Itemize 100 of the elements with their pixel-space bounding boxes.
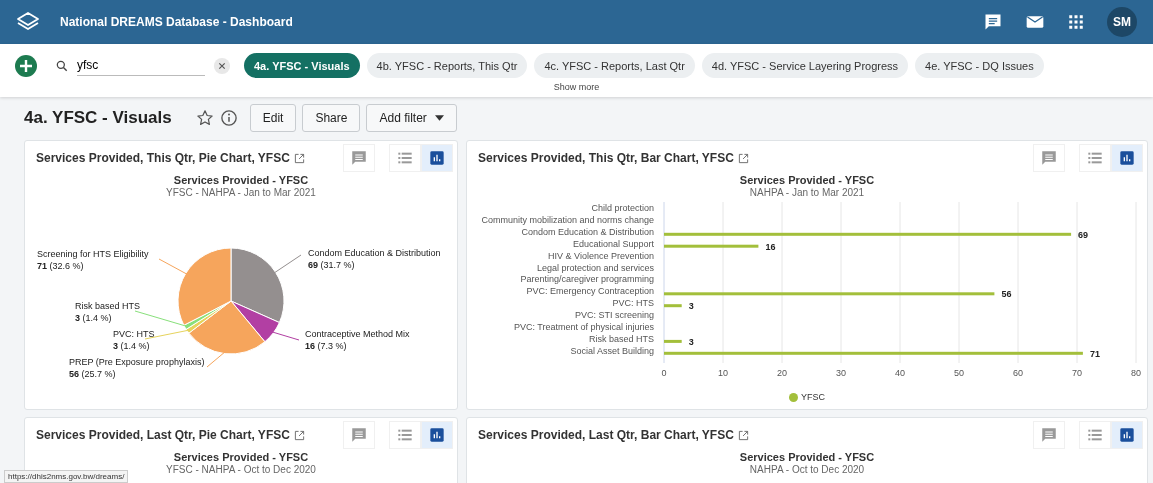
- dashboard-chip[interactable]: 4e. YFSC - DQ Issues: [915, 53, 1044, 78]
- chart-title: Services Provided - YFSC: [739, 451, 875, 463]
- slice-label: Contraceptive Method Mix: [305, 328, 410, 340]
- comment-icon: [1040, 149, 1058, 167]
- dashboard-chip[interactable]: 4b. YFSC - Reports, This Qtr: [366, 53, 528, 78]
- bar-value-label: 69: [1078, 229, 1089, 240]
- slice-label: PVC: HTS: [113, 328, 155, 340]
- axis-tick-label: 50: [954, 368, 964, 378]
- category-label: PVC: Emergency Contraception: [526, 286, 654, 297]
- chart-card-title[interactable]: Services Provided, Last Qtr, Pie Chart, YFSC: [36, 428, 290, 442]
- external-link-icon[interactable]: [293, 429, 305, 441]
- category-label: Condom Education & Distribution: [521, 226, 654, 237]
- category-label: Educational Support: [572, 238, 654, 249]
- axis-tick-label: 10: [718, 368, 728, 378]
- bar-value-label: 16: [765, 241, 776, 252]
- chart-view-button[interactable]: [1111, 144, 1143, 172]
- category-label: PVC: Treatment of physical injuries: [513, 322, 654, 332]
- axis-tick-label: 60: [1013, 368, 1023, 378]
- toolbar-button[interactable]: Edit: [249, 104, 297, 132]
- add-icon[interactable]: [14, 53, 38, 78]
- add-filter-button[interactable]: Add filter: [366, 104, 457, 132]
- star-icon[interactable]: [195, 109, 214, 127]
- slice-value: 56 (25.7 %): [69, 368, 117, 380]
- slice-value: 16 (7.3 %): [305, 340, 348, 352]
- category-label: Risk based HTS: [588, 333, 654, 344]
- axis-tick-label: 40: [895, 368, 905, 378]
- list-icon: [397, 427, 413, 443]
- search-field[interactable]: yfsc: [77, 55, 205, 76]
- category-label: Social Asset Building: [570, 345, 654, 356]
- leader-line: [271, 331, 300, 341]
- chat-icon[interactable]: [983, 12, 1003, 32]
- axis-tick-label: 20: [777, 368, 787, 378]
- list-icon: [1087, 427, 1103, 443]
- chart-subtitle: NAHPA - Oct to Dec 2020: [749, 464, 865, 475]
- app-title: National DREAMS Database - Dashboard: [60, 15, 293, 29]
- dashboard-chip[interactable]: 4a. YFSC - Visuals: [244, 53, 360, 78]
- category-label: PVC: HTS: [612, 298, 654, 309]
- bar-value-label: 3: [688, 301, 694, 312]
- dashboard-title: 4a. YFSC - Visuals: [24, 108, 172, 128]
- category-label: Child protection: [591, 203, 654, 213]
- chart-card-title[interactable]: Services Provided, This Qtr, Pie Chart, YFSC: [36, 151, 290, 165]
- category-label: HIV & Violence Prevention: [548, 250, 654, 261]
- chart-view-button[interactable]: [421, 144, 453, 172]
- category-label: Parenting/caregiver programming: [520, 274, 654, 285]
- chart-subtitle: NAHPA - Jan to Mar 2021: [749, 187, 865, 198]
- bar-chart-icon: [1119, 427, 1135, 443]
- axis-tick-label: 70: [1072, 368, 1082, 378]
- leader-line: [158, 258, 188, 275]
- chart-view-button[interactable]: [421, 421, 453, 449]
- chart-view-button[interactable]: [1111, 421, 1143, 449]
- legend-item[interactable]: YFSC: [789, 392, 825, 402]
- chart-title: Services Provided - YFSC: [739, 174, 875, 186]
- dashboard-chip[interactable]: 4c. YFSC - Reports, Last Qtr: [534, 53, 695, 78]
- info-icon[interactable]: [219, 109, 238, 127]
- chart-card-title[interactable]: Services Provided, This Qtr, Bar Chart, YFSC: [478, 151, 734, 165]
- slice-label: Risk based HTS: [75, 300, 141, 312]
- slice-value: 3 (1.4 %): [75, 312, 113, 324]
- external-link-icon[interactable]: [293, 152, 305, 164]
- category-label: Community mobilization and norms change: [481, 214, 654, 225]
- slice-label: Condom Education & Distribution: [308, 247, 441, 259]
- leader-line: [273, 254, 302, 274]
- bar-value-label: 56: [1001, 289, 1012, 300]
- list-icon: [1087, 150, 1103, 166]
- chart-subtitle: YFSC - NAHPA - Oct to Dec 2020: [166, 464, 316, 475]
- comment-button[interactable]: [343, 144, 375, 172]
- comment-button[interactable]: [343, 421, 375, 449]
- clear-icon[interactable]: [213, 56, 231, 75]
- dashboard-chip[interactable]: 4d. YFSC - Service Layering Progress: [701, 53, 909, 78]
- toolbar-button[interactable]: Share: [302, 104, 361, 132]
- comment-icon: [350, 149, 368, 167]
- chart-subtitle: YFSC - NAHPA - Jan to Mar 2021: [166, 187, 316, 198]
- slice-value: 3 (1.4 %): [113, 340, 151, 352]
- status-link-url: https://dhis2nms.gov.bw/dreams/: [4, 470, 129, 483]
- category-label: PVC: STI screening: [574, 310, 654, 321]
- search-icon: [55, 58, 69, 73]
- slice-value: 69 (31.7 %): [308, 259, 356, 271]
- slice-label: Screening for HTS Eligibility: [37, 248, 149, 260]
- chart-card-title[interactable]: Services Provided, Last Qtr, Bar Chart, YFSC: [478, 428, 734, 442]
- slice-value: 71 (32.6 %): [37, 260, 85, 272]
- comment-icon: [1040, 426, 1058, 444]
- chart-title: Services Provided - YFSC: [173, 174, 309, 186]
- user-avatar[interactable]: SM: [1107, 7, 1137, 37]
- slice-label: PREP (Pre Exposure prophylaxis): [69, 356, 205, 368]
- comment-button[interactable]: [1033, 144, 1065, 172]
- chart-title: Services Provided - YFSC: [173, 451, 309, 463]
- external-link-icon[interactable]: [737, 429, 749, 441]
- list-icon: [397, 150, 413, 166]
- bar-value-label: 71: [1089, 348, 1100, 359]
- comment-button[interactable]: [1033, 421, 1065, 449]
- bar-chart-icon: [1119, 150, 1135, 166]
- bar: [664, 304, 682, 308]
- axis-tick-label: 80: [1131, 368, 1141, 378]
- show-more-link[interactable]: Show more: [553, 82, 600, 92]
- bar: [664, 339, 682, 343]
- apps-grid-icon[interactable]: [1067, 13, 1085, 31]
- external-link-icon[interactable]: [737, 152, 749, 164]
- axis-tick-label: 30: [836, 368, 846, 378]
- category-label: Legal protection and services: [536, 262, 654, 273]
- caret-icon: [434, 115, 444, 121]
- bar-chart-icon: [429, 150, 445, 166]
